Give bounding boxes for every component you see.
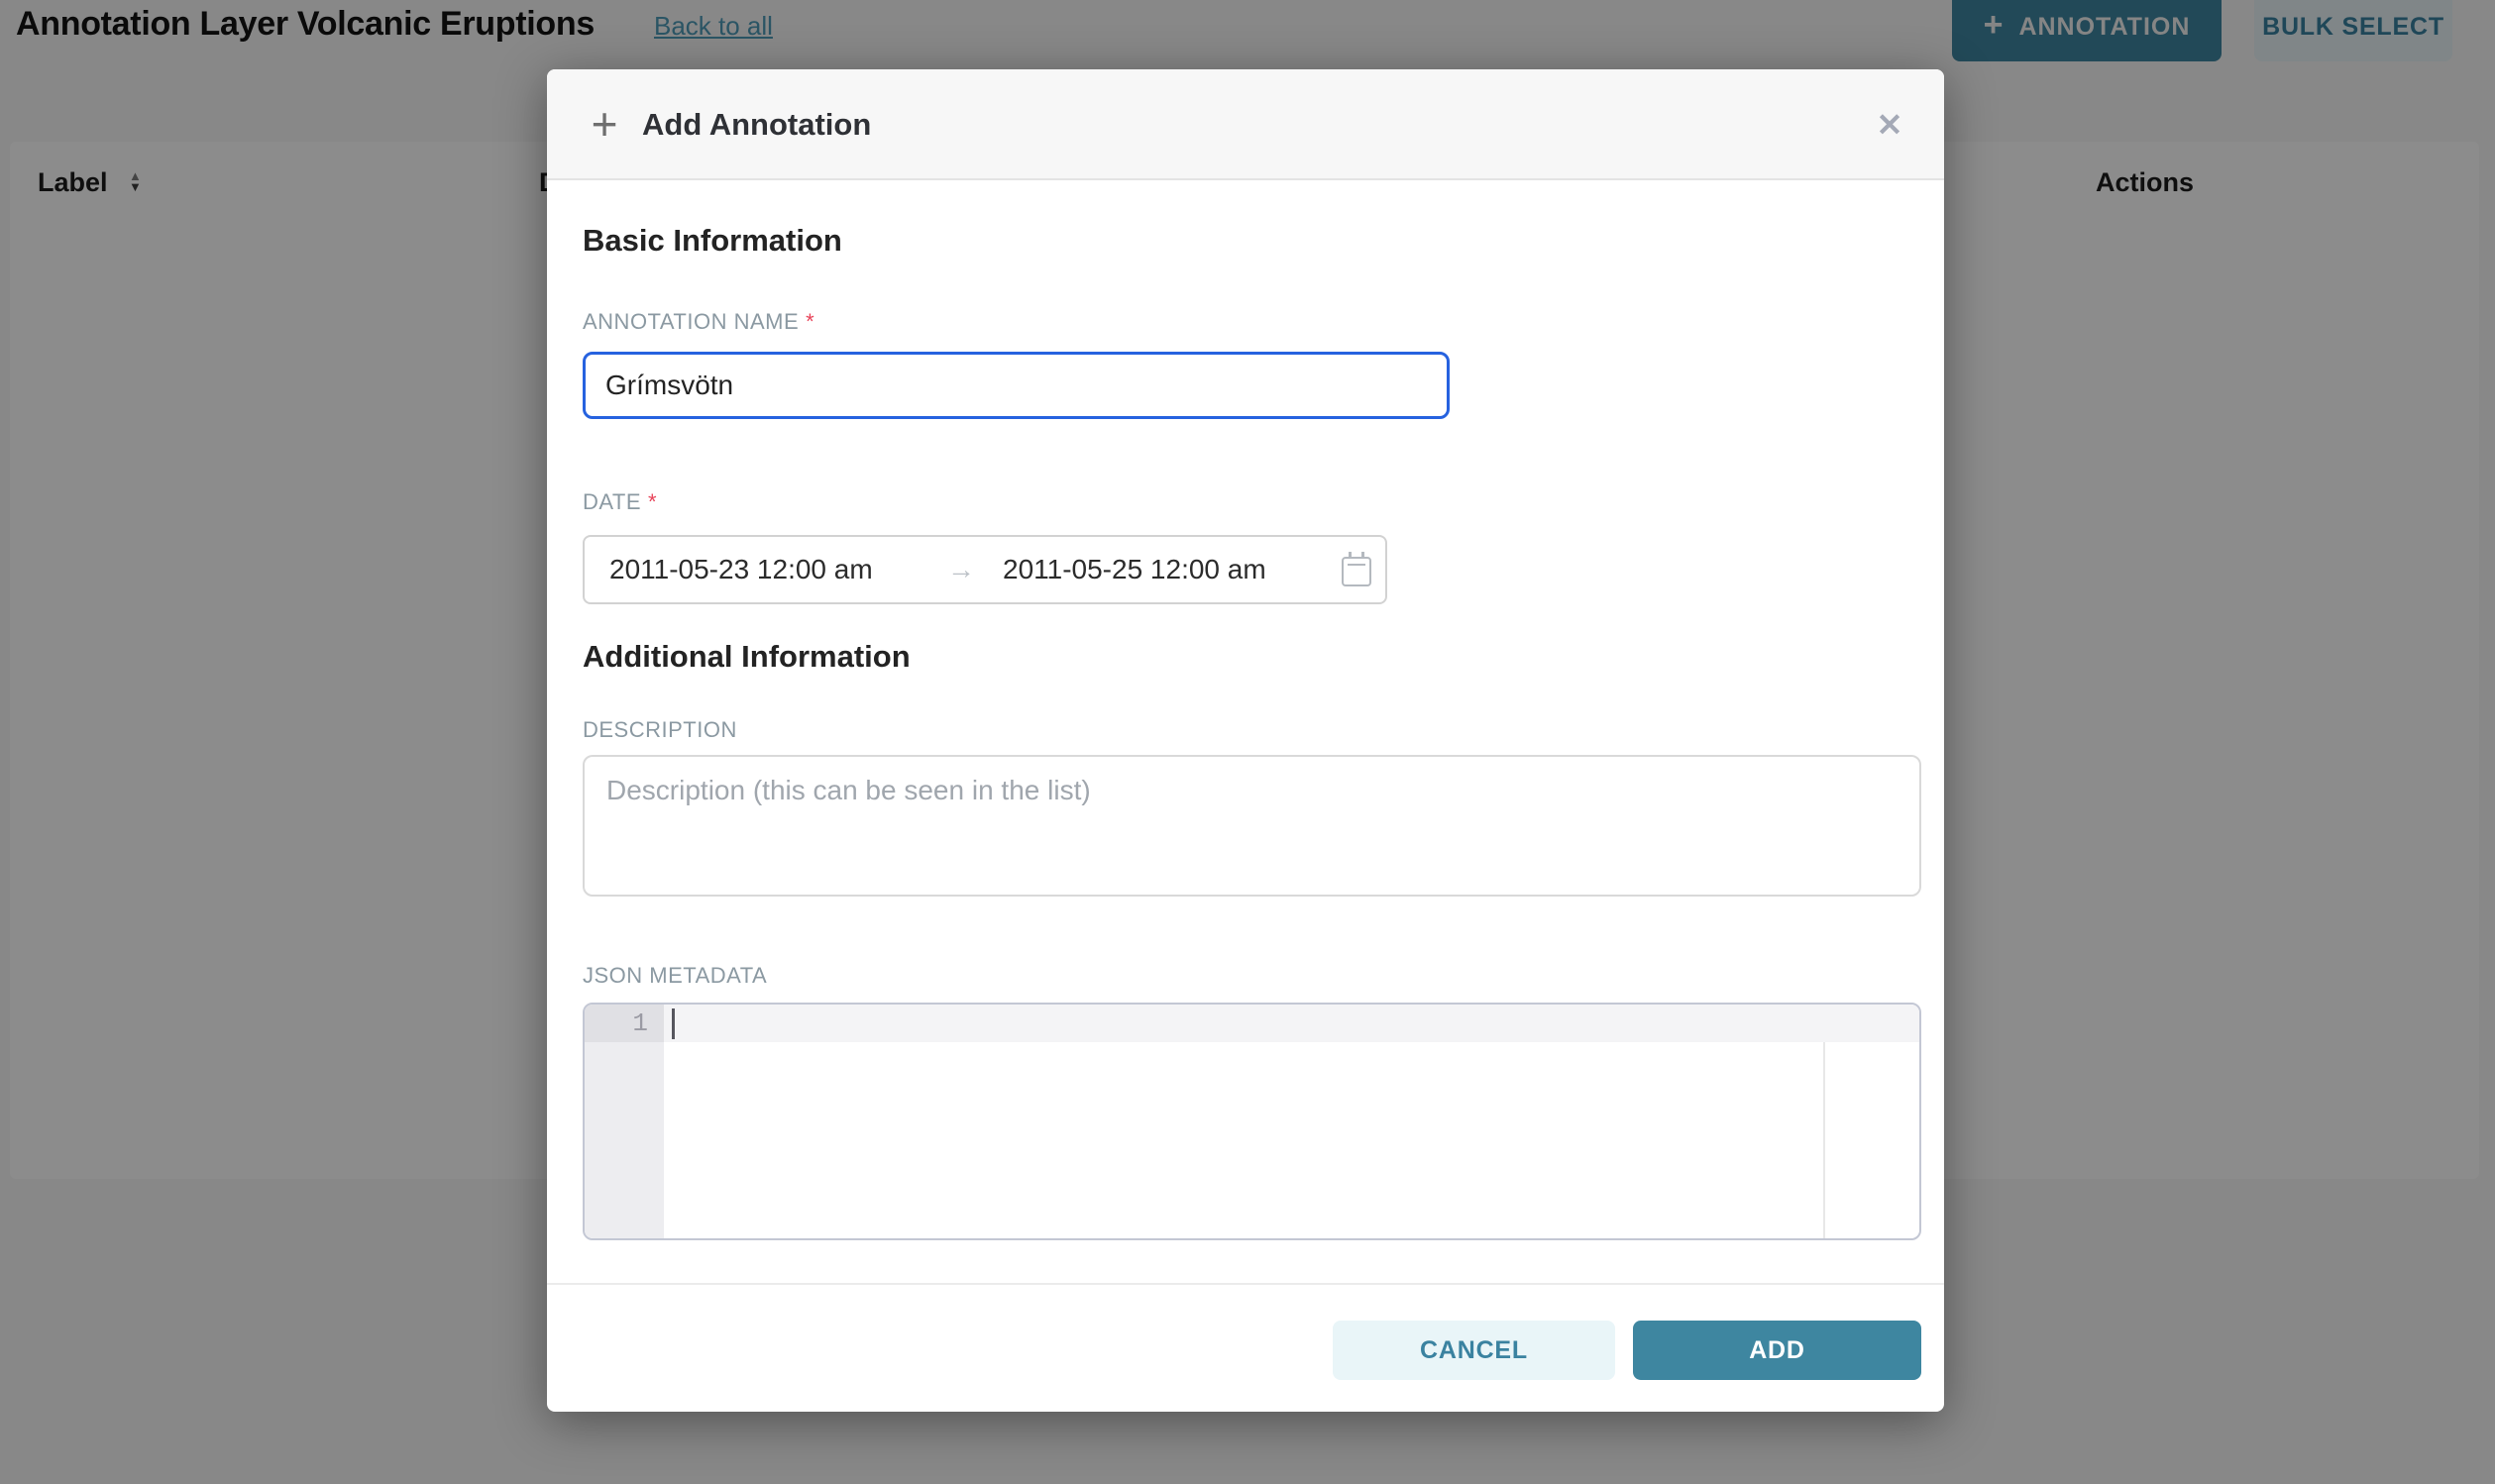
annotation-name-input[interactable] [583,352,1450,419]
editor-line-number: 1 [585,1008,648,1038]
modal-footer: CANCEL ADD [547,1283,1944,1412]
description-label: DESCRIPTION [583,715,737,745]
add-button[interactable]: ADD [1633,1321,1921,1380]
calendar-icon [1342,557,1371,586]
cancel-button[interactable]: CANCEL [1333,1321,1615,1380]
annotation-name-label: ANNOTATION NAME * [583,307,814,337]
date-label-text: DATE [583,489,641,514]
modal-header: + Add Annotation ✕ [547,69,1944,180]
description-textarea[interactable] [583,755,1921,897]
json-metadata-label: JSON METADATA [583,961,767,991]
date-start-value: 2011-05-23 12:00 am [609,554,873,585]
date-end-value: 2011-05-25 12:00 am [1003,554,1266,585]
modal-title: Add Annotation [642,102,871,148]
arrow-right-icon: → [947,554,975,585]
json-metadata-editor[interactable]: 1 [583,1003,1921,1240]
section-additional-information: Additional Information [583,636,911,678]
plus-icon: + [583,100,626,148]
annotation-layer-page: Annotation Layer Volcanic Eruptions Back… [0,0,2495,1484]
date-label: DATE * [583,487,657,517]
editor-active-line [664,1005,1919,1042]
add-annotation-modal: + Add Annotation ✕ Basic Information ANN… [547,69,1944,1412]
section-basic-information: Basic Information [583,220,842,262]
required-asterisk: * [806,309,814,334]
date-range-picker[interactable]: 2011-05-23 12:00 am → 2011-05-25 12:00 a… [583,535,1387,604]
editor-cursor [672,1008,675,1039]
required-asterisk: * [648,489,657,514]
close-icon[interactable]: ✕ [1865,101,1914,149]
annotation-name-label-text: ANNOTATION NAME [583,309,799,334]
editor-print-margin [1823,1042,1825,1238]
